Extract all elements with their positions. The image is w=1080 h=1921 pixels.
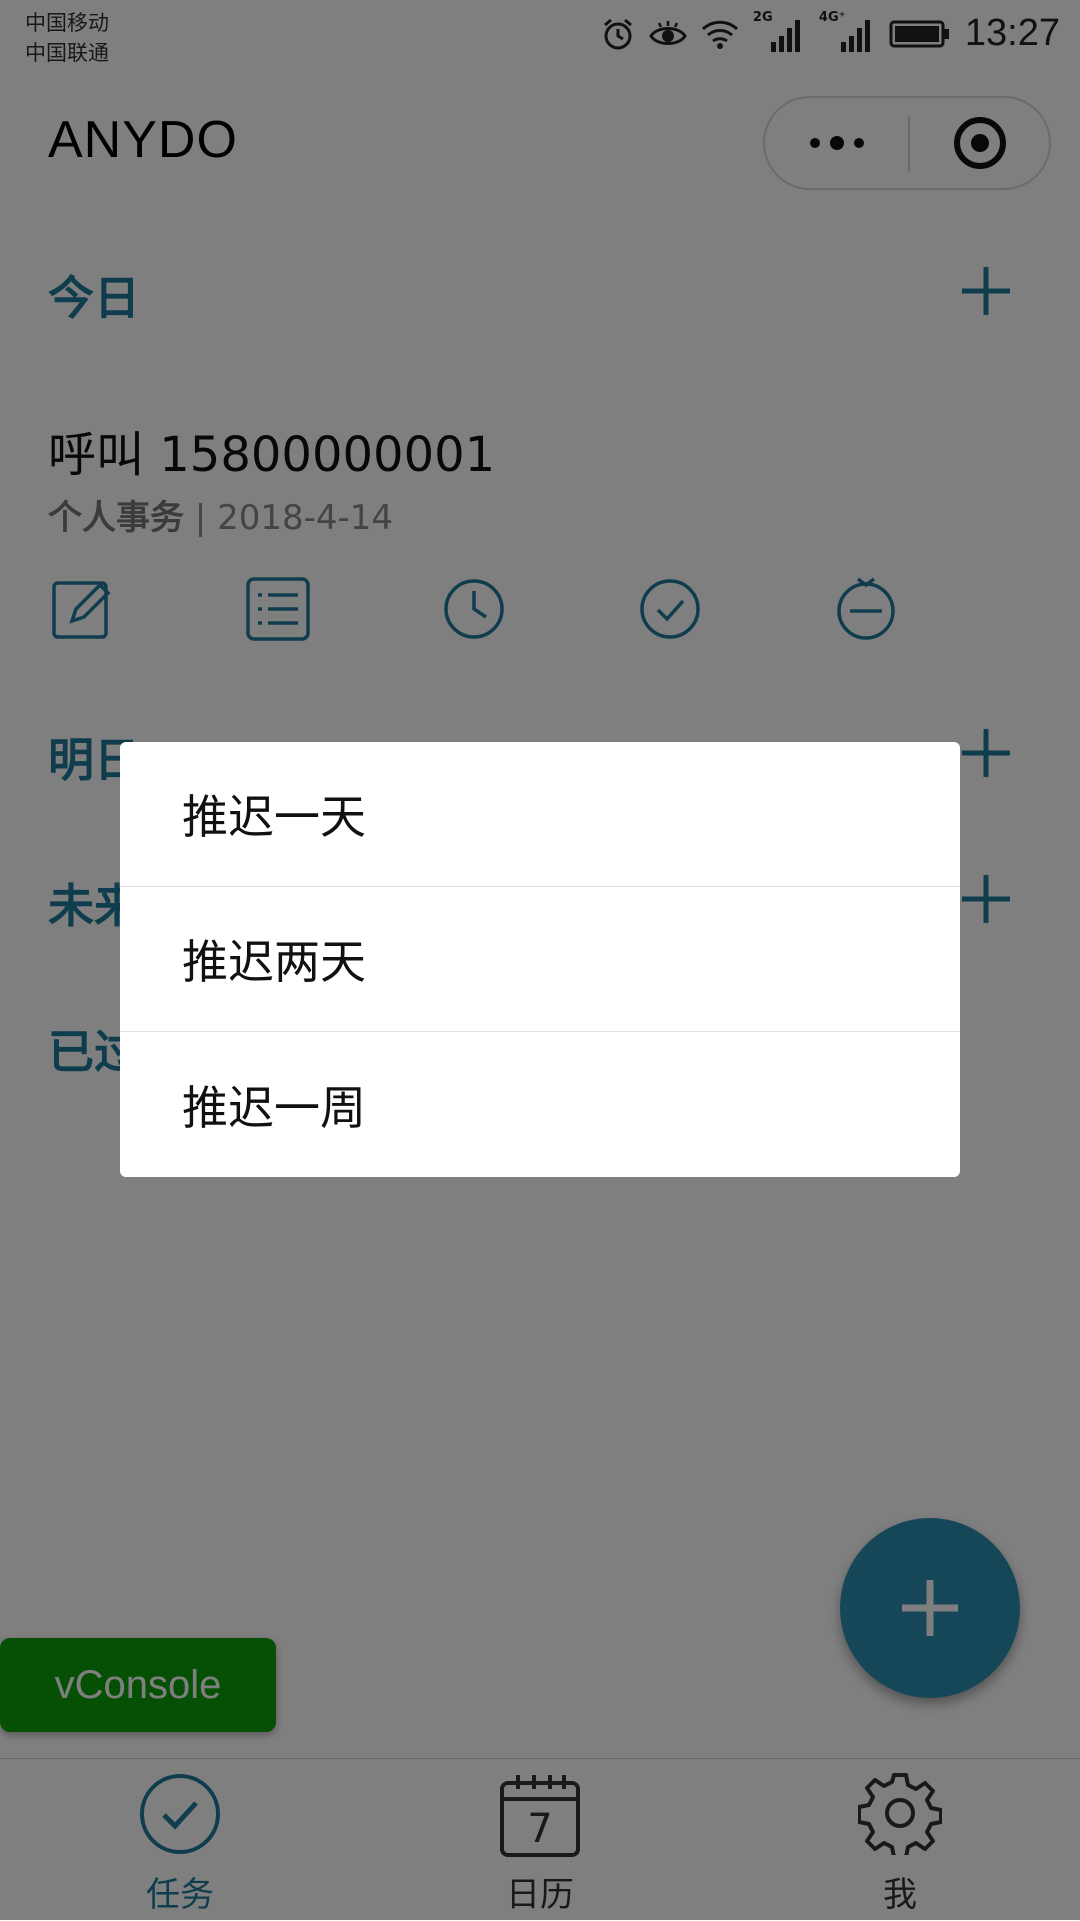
app-screen: 中国移动 中国联通 2G 4G⁺ 13:27 ANYDO [0,0,1080,1921]
postpone-action-sheet: 推迟一天 推迟两天 推迟一周 [120,742,960,1177]
postpone-two-days-option[interactable]: 推迟两天 [120,887,960,1032]
postpone-one-week-option[interactable]: 推迟一周 [120,1032,960,1177]
postpone-one-day-option[interactable]: 推迟一天 [120,742,960,887]
